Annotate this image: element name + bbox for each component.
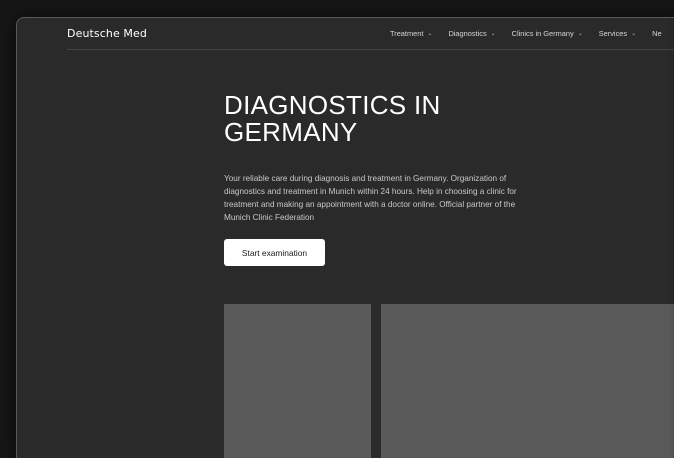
nav-label: Clinics in Germany [511, 29, 574, 38]
hero-description: Your reliable care during diagnosis and … [224, 174, 517, 223]
nav-label: Services [598, 29, 628, 38]
start-examination-button[interactable]: Start examination [224, 239, 325, 266]
hero-title: DIAGNOSTICS IN GERMANY [224, 90, 441, 147]
chevron-down-icon: ⌄ [490, 31, 496, 37]
main-nav: Treatment ⌄ Diagnostics ⌄ Clinics in Ger… [390, 29, 674, 38]
chevron-down-icon: ⌄ [577, 31, 583, 37]
nav-item-treatment[interactable]: Treatment ⌄ [390, 29, 432, 38]
site-header: Deutsche Med Treatment ⌄ Diagnostics ⌄ C… [67, 18, 674, 50]
nav-label: Diagnostics [448, 29, 487, 38]
chevron-down-icon: ⌄ [631, 31, 637, 37]
nav-label: Treatment [390, 29, 424, 38]
nav-item-services[interactable]: Services ⌄ [599, 29, 636, 38]
browser-window: Deutsche Med Treatment ⌄ Diagnostics ⌄ C… [16, 17, 674, 458]
nav-item-clinics[interactable]: Clinics in Germany ⌄ [512, 29, 583, 38]
site-logo[interactable]: Deutsche Med [67, 27, 147, 40]
image-card[interactable] [224, 304, 371, 458]
nav-item-diagnostics[interactable]: Diagnostics ⌄ [448, 29, 495, 38]
image-card[interactable] [381, 304, 674, 458]
nav-label: Ne [652, 29, 662, 38]
chevron-down-icon: ⌄ [427, 31, 433, 37]
nav-item-more[interactable]: Ne [652, 29, 661, 38]
